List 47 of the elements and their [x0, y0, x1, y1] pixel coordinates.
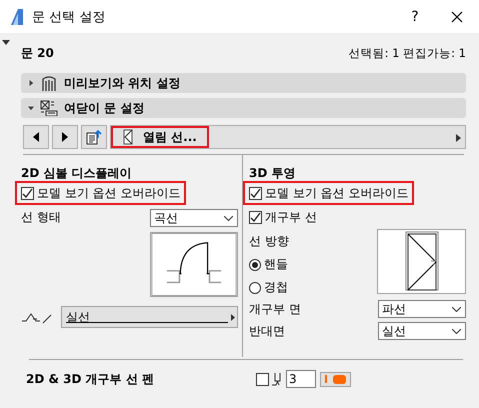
door-swing-icon — [123, 129, 133, 145]
opening-lines-checkbox[interactable]: 개구부 선 — [243, 205, 323, 229]
export-button[interactable] — [81, 125, 107, 149]
left-arrow-icon — [33, 132, 39, 142]
document-upload-icon — [86, 129, 102, 145]
window-title: 문 선택 설정 — [32, 8, 106, 26]
section-title: 3D 투영 — [249, 165, 296, 181]
door-frame-icon — [40, 75, 58, 91]
field-label: 선 방향 — [249, 233, 289, 250]
checkmark-icon — [250, 188, 261, 198]
pen-color-button[interactable] — [320, 372, 351, 386]
section-header[interactable]: 여닫이 문 설정 — [21, 98, 466, 118]
caret-icon — [224, 216, 233, 220]
checkmark-icon — [250, 212, 261, 222]
next-button[interactable] — [52, 125, 78, 149]
field-label: 개구부 면 — [249, 300, 301, 318]
app-icon — [10, 8, 24, 26]
radio-button[interactable]: 핸들 — [249, 256, 289, 273]
collapse-icon — [28, 104, 34, 112]
override-checkbox[interactable]: 모델 보기 옵션 오버라이드 — [15, 181, 186, 205]
field-label: 2D & 3D 개구부 선 펜 — [26, 370, 155, 388]
expand-icon — [231, 314, 235, 321]
opposite-side-dropdown[interactable]: 실선 — [378, 322, 466, 340]
override-checkbox[interactable]: 모델 보기 옵션 오버라이드 — [243, 181, 414, 205]
page-selector[interactable]: 열림 선... — [110, 125, 466, 149]
checkmark-icon — [22, 188, 33, 198]
radio-button[interactable]: 경첩 — [249, 279, 289, 296]
caret-icon — [452, 328, 461, 334]
element-name: 문 20 — [21, 44, 54, 62]
opening-side-dropdown[interactable]: 파선 — [378, 300, 466, 318]
section-header[interactable]: 미리보기와 위치 설정 — [21, 73, 466, 93]
section-title: 2D 심볼 디스플레이 — [21, 165, 133, 181]
collapse-icon[interactable] — [2, 40, 10, 45]
right-arrow-icon — [62, 132, 68, 142]
caret-icon — [452, 306, 461, 312]
pen-checkbox[interactable] — [256, 372, 269, 386]
close-icon[interactable] — [451, 10, 463, 22]
pen-number-field[interactable]: 3 — [286, 370, 316, 388]
previous-button[interactable] — [23, 125, 49, 149]
field-label: 선 형태 — [21, 209, 61, 226]
settings-grid-icon — [40, 100, 58, 116]
expand-icon — [456, 134, 461, 142]
line-shape-dropdown[interactable]: 곡선 — [150, 209, 238, 227]
help-button[interactable]: ? — [405, 8, 425, 24]
expand-icon — [28, 79, 34, 87]
field-label: 반대면 — [249, 322, 285, 340]
selection-info: 선택됨: 1 편집가능: 1 — [348, 46, 466, 60]
